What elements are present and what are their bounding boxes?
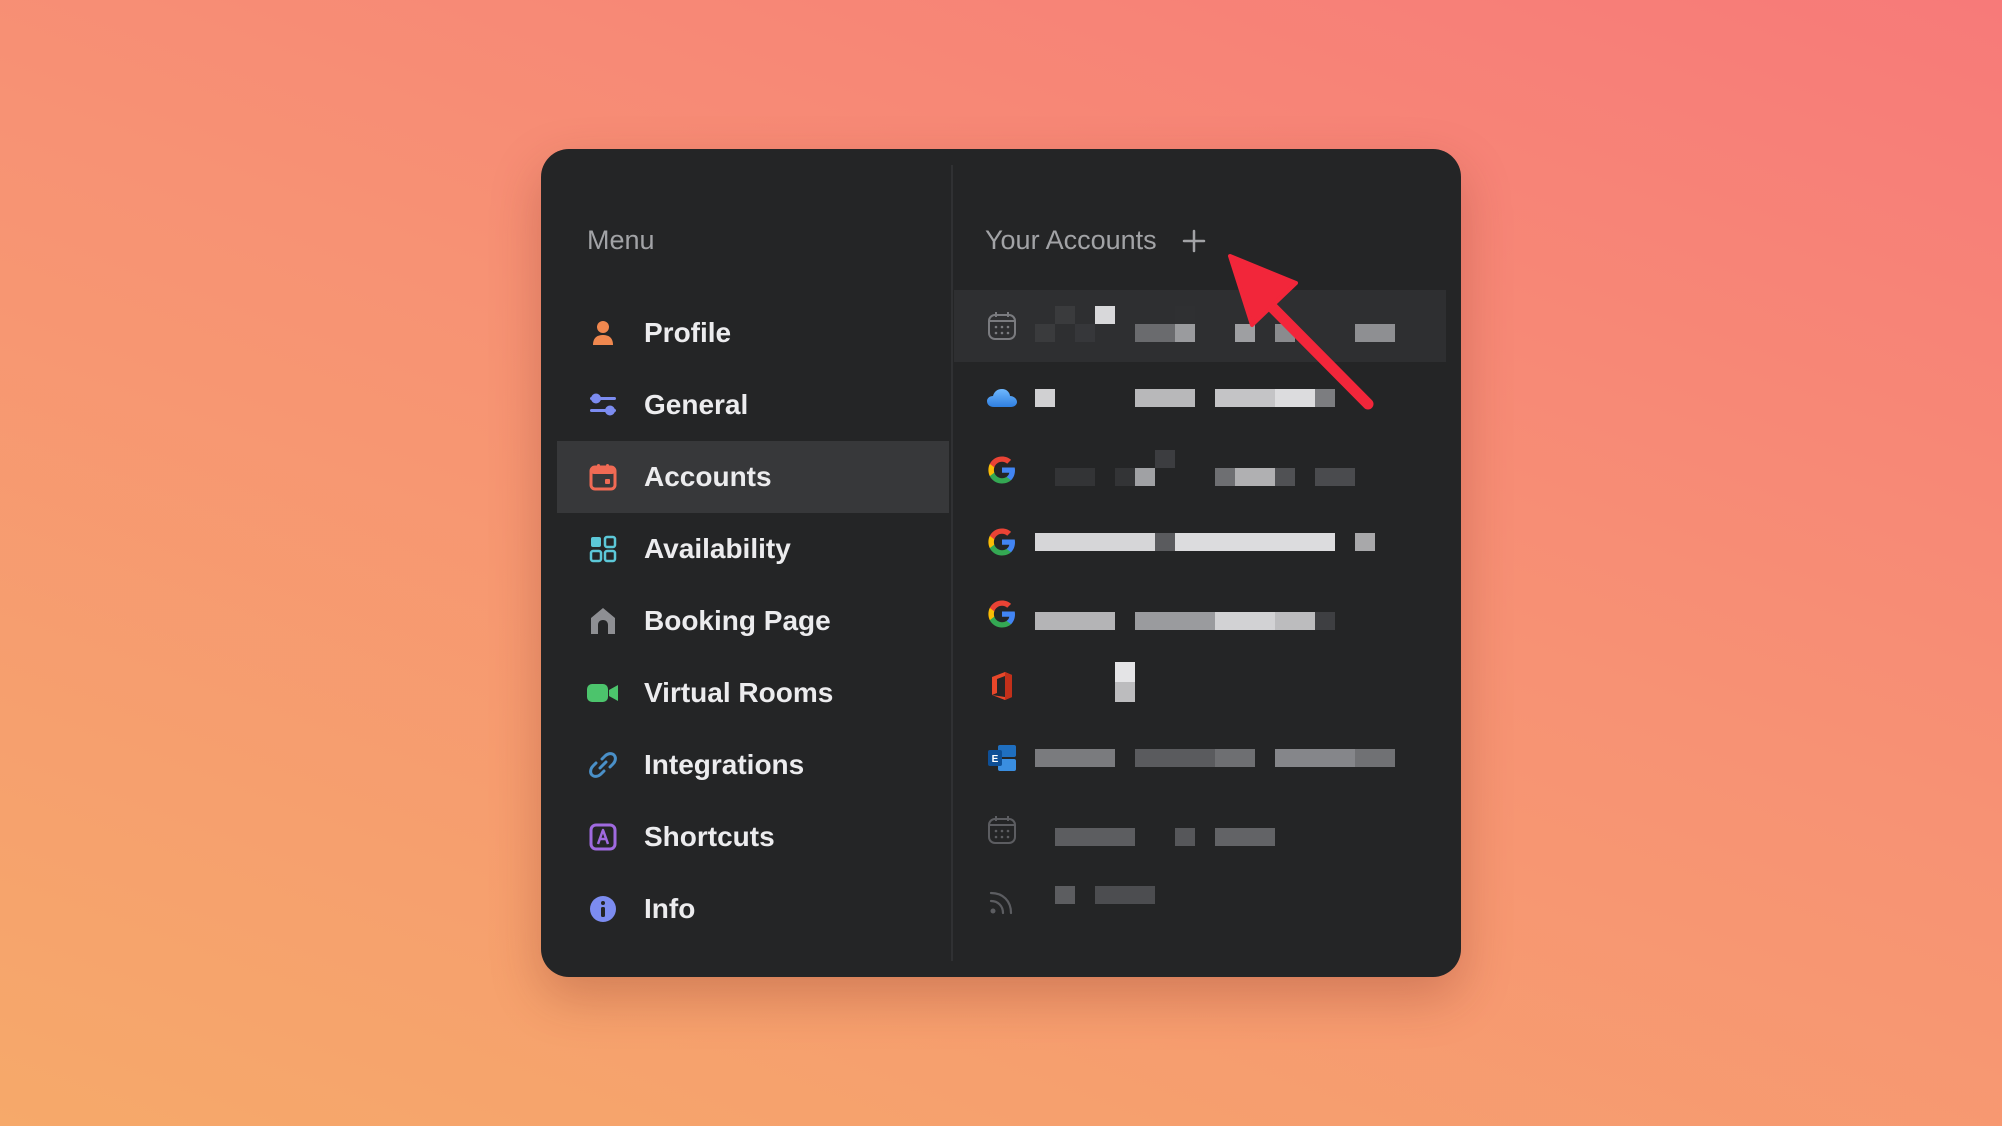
- menu-item-general[interactable]: General: [557, 369, 949, 441]
- menu-title: Menu: [587, 225, 655, 255]
- menu-item-label: Booking Page: [644, 605, 831, 636]
- account-row[interactable]: [954, 794, 1446, 866]
- house-icon: [586, 604, 620, 638]
- menu-item-shortcuts[interactable]: Shortcuts: [557, 801, 949, 873]
- icloud-icon: [985, 381, 1019, 415]
- account-row[interactable]: [954, 506, 1446, 578]
- account-row[interactable]: E: [954, 722, 1446, 794]
- plus-icon: [1182, 229, 1205, 252]
- link-icon: [586, 748, 620, 782]
- rss-feed-icon: [985, 885, 1019, 919]
- redacted-account-name: [1035, 306, 1415, 346]
- account-row[interactable]: [954, 866, 1446, 938]
- menu-item-booking-page[interactable]: Booking Page: [557, 585, 949, 657]
- grid-icon: [586, 532, 620, 566]
- redacted-account-name: [1035, 594, 1415, 634]
- keyboard-a-icon: [586, 820, 620, 854]
- google-icon: [985, 597, 1019, 631]
- google-icon: [985, 453, 1019, 487]
- menu-item-label: Accounts: [644, 461, 772, 492]
- redacted-account-name: [1035, 450, 1415, 490]
- calendar-outline-icon: [985, 813, 1019, 847]
- info-icon: [586, 892, 620, 926]
- settings-window: Menu Profile General Accounts Availabili…: [541, 149, 1461, 977]
- accounts-list: E: [954, 290, 1446, 938]
- menu-item-profile[interactable]: Profile: [557, 297, 949, 369]
- menu-item-integrations[interactable]: Integrations: [557, 729, 949, 801]
- menu-item-label: Availability: [644, 533, 791, 564]
- account-row[interactable]: [954, 578, 1446, 650]
- account-row[interactable]: [954, 650, 1446, 722]
- accounts-header: Your Accounts: [985, 225, 1209, 256]
- menu-item-label: General: [644, 389, 749, 420]
- redacted-account-name: [1035, 810, 1415, 850]
- menu-list: Profile General Accounts Availability Bo…: [557, 297, 949, 945]
- menu-item-label: Virtual Rooms: [644, 677, 834, 708]
- exchange-icon: E: [985, 741, 1019, 775]
- redacted-account-name: [1035, 738, 1415, 778]
- menu-item-label: Shortcuts: [644, 821, 775, 852]
- office-icon: [985, 669, 1019, 703]
- video-camera-icon: [586, 676, 620, 710]
- add-account-button[interactable]: [1179, 226, 1209, 256]
- menu-item-virtual-rooms[interactable]: Virtual Rooms: [557, 657, 949, 729]
- panel-divider: [951, 165, 953, 961]
- account-row[interactable]: [954, 362, 1446, 434]
- menu-item-availability[interactable]: Availability: [557, 513, 949, 585]
- calendar-icon: [586, 460, 620, 494]
- account-row[interactable]: [954, 290, 1446, 362]
- menu-item-label: Profile: [644, 317, 732, 348]
- menu-item-info[interactable]: Info: [557, 873, 949, 945]
- svg-text:E: E: [992, 754, 999, 765]
- menu-item-label: Info: [644, 893, 696, 924]
- redacted-account-name: [1035, 378, 1415, 418]
- calendar-outline-icon: [985, 309, 1019, 343]
- google-icon: [985, 525, 1019, 559]
- menu-item-accounts[interactable]: Accounts: [557, 441, 949, 513]
- redacted-account-name: [1035, 882, 1415, 922]
- accounts-title: Your Accounts: [985, 225, 1157, 255]
- account-row[interactable]: [954, 434, 1446, 506]
- sliders-icon: [586, 388, 620, 422]
- person-icon: [586, 316, 620, 350]
- menu-item-label: Integrations: [644, 749, 805, 780]
- redacted-account-name: [1035, 522, 1415, 562]
- redacted-account-name: [1035, 662, 1415, 706]
